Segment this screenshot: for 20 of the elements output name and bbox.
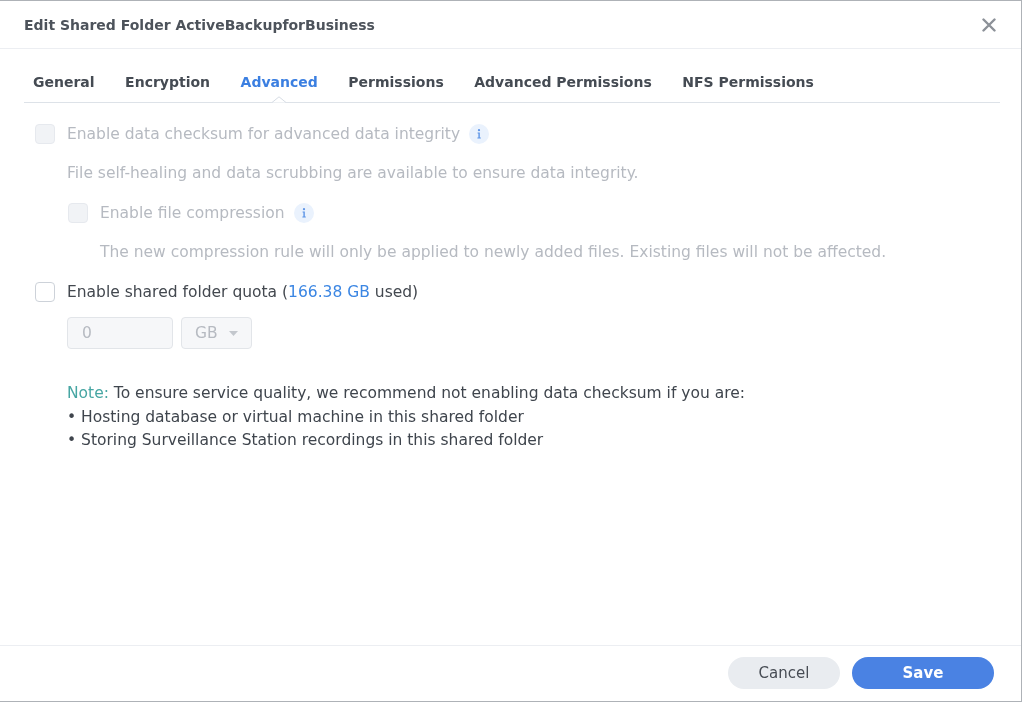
note-text: Note: To ensure service quality, we recommend not enabling data checksum if you are: [67,383,745,404]
save-button[interactable]: Save [852,657,994,689]
option-label: Enable data checksum for advanced data integrity [67,124,461,144]
tab[interactable]: Permissions [348,63,444,102]
tab[interactable]: NFS Permissions [682,63,814,102]
close-icon[interactable] [982,17,996,32]
note-item: • Storing Surveillance Station recordings in this shared folder [67,430,544,451]
option-label: Enable shared folder quota (166.38 GB used) [67,282,419,302]
option-description: The new compression rule will only be applied to newly added files. Existing files will not be affected. [100,242,887,262]
note-item: • Hosting database or virtual machine in this shared folder [67,406,524,428]
option-description: File self-healing and data scrubbing are available to ensure data integrity. [67,163,639,183]
cancel-button[interactable]: Cancel [728,657,840,689]
tab[interactable]: Encryption [125,63,211,102]
tab[interactable]: Advanced [240,63,318,102]
checkbox[interactable] [35,282,55,302]
option-label: Enable file compression [100,203,285,223]
window-title: Edit Shared Folder ActiveBackupforBusiness [24,16,375,33]
caret-icon [228,330,238,336]
tab[interactable]: Advanced Permissions [474,63,652,102]
tab[interactable]: General [33,63,95,102]
